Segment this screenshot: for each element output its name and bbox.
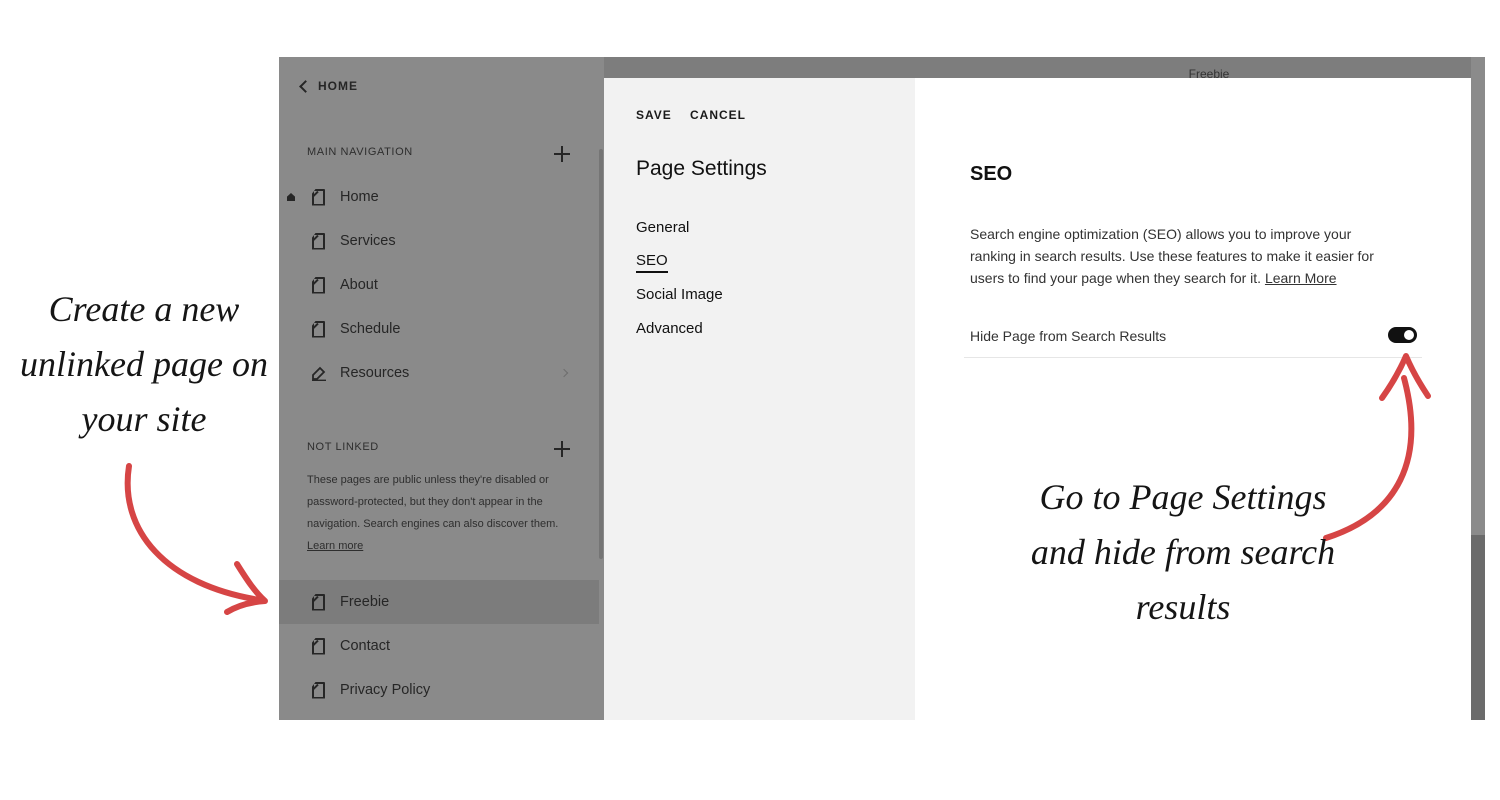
sidebar-item-label: Schedule <box>340 321 401 337</box>
chevron-left-icon <box>299 79 312 93</box>
page-icon <box>312 232 325 250</box>
edit-icon <box>312 366 326 381</box>
page-icon <box>312 276 325 294</box>
chevron-right-icon <box>559 368 569 378</box>
annotation-arrow-left <box>124 463 268 615</box>
sidebar-item-services[interactable]: Services <box>279 219 599 263</box>
sidebar-item-label: Contact <box>340 638 390 654</box>
sidebar-item-label: Services <box>340 233 396 249</box>
tab-social-image[interactable]: Social Image <box>636 286 723 303</box>
page-icon <box>312 320 325 338</box>
dialog-title: Page Settings <box>636 157 767 180</box>
hide-from-search-toggle[interactable] <box>1388 327 1417 343</box>
page-icon <box>312 593 325 611</box>
tab-seo[interactable]: SEO <box>636 252 668 273</box>
page-icon <box>312 681 325 699</box>
annotation-right: Go to Page Settings and hide from search… <box>1030 477 1336 627</box>
add-not-linked-page-button[interactable] <box>553 440 571 458</box>
sidebar-item-label: Privacy Policy <box>340 682 431 698</box>
toggle-knob <box>1404 330 1414 340</box>
cancel-button[interactable]: CANCEL <box>690 108 746 122</box>
homepage-icon <box>287 193 295 201</box>
sidebar-item-freebie[interactable]: Freebie <box>279 580 599 624</box>
tab-advanced[interactable]: Advanced <box>636 320 703 337</box>
tab-general[interactable]: General <box>636 219 689 236</box>
sidebar-item-home[interactable]: Home <box>279 175 599 219</box>
sidebar-scrollbar[interactable] <box>599 149 603 559</box>
settings-nav-panel: SAVE CANCEL Page Settings General SEO So… <box>604 78 915 720</box>
preview-scrollbar[interactable] <box>1471 535 1485 720</box>
sidebar-item-label: Home <box>340 189 379 205</box>
back-home-link[interactable]: HOME <box>299 79 358 93</box>
sidebar-item-label: Resources <box>340 365 410 381</box>
add-main-nav-page-button[interactable] <box>553 145 571 163</box>
sidebar-item-schedule[interactable]: Schedule <box>279 307 599 351</box>
main-navigation-heading: MAIN NAVIGATION <box>307 146 413 158</box>
sidebar-item-privacy-policy[interactable]: Privacy Policy <box>279 668 599 712</box>
learn-more-link[interactable]: Learn more <box>307 540 363 552</box>
page-icon <box>312 637 325 655</box>
hide-from-search-label: Hide Page from Search Results <box>970 328 1167 344</box>
sidebar-item-resources[interactable]: Resources <box>279 351 599 395</box>
save-button[interactable]: SAVE <box>636 108 672 122</box>
seo-description: Search engine optimization (SEO) allows … <box>970 226 1374 286</box>
pages-sidebar: HOME MAIN NAVIGATION Home Services About… <box>279 57 604 720</box>
preview-page-title: Freebie <box>1188 67 1230 78</box>
sidebar-item-label: About <box>340 277 378 293</box>
sidebar-item-label: Freebie <box>340 594 390 610</box>
sidebar-item-about[interactable]: About <box>279 263 599 307</box>
page-icon <box>312 188 325 206</box>
seo-learn-more-link[interactable]: Learn More <box>1265 270 1337 286</box>
annotation-left: Create a new unlinked page on your site <box>20 289 268 439</box>
not-linked-heading: NOT LINKED <box>307 441 379 453</box>
seo-heading: SEO <box>970 163 1013 185</box>
sidebar-item-contact[interactable]: Contact <box>279 624 599 668</box>
not-linked-description: These pages are public unless they're di… <box>307 474 559 552</box>
back-home-label: HOME <box>318 79 358 93</box>
